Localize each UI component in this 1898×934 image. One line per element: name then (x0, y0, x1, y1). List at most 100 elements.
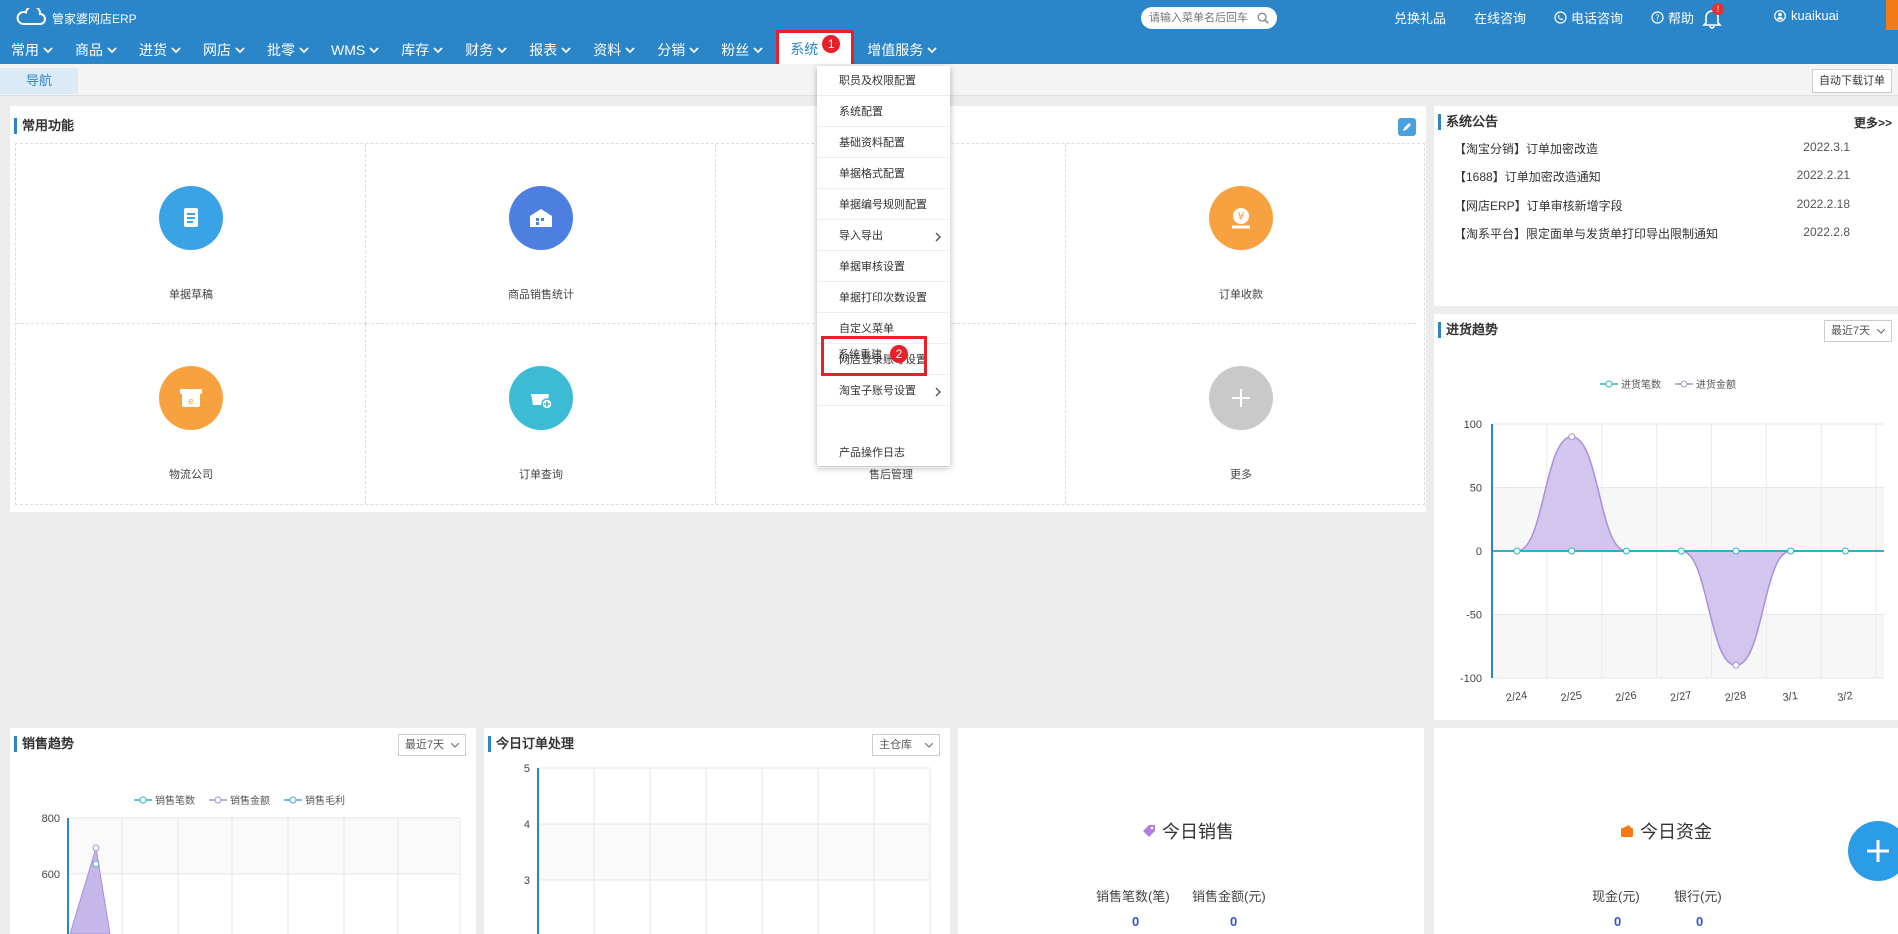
announcement-text: 【1688】订单加密改造通知 (1454, 170, 1601, 184)
announcement-row[interactable]: 【淘宝分销】订单加密改造 2022.3.1 (1454, 140, 1850, 157)
system-menu-label: 系统配置 (839, 106, 883, 118)
warehouse-value: 主仓库 (879, 739, 912, 751)
nav-shop[interactable]: 网店 (192, 36, 256, 64)
svg-text:?: ? (1655, 14, 1659, 23)
common-functions-title: 常用功能 (14, 118, 74, 134)
announcement-row[interactable]: 【网店ERP】订单审核新增字段 2022.2.18 (1454, 197, 1850, 214)
y-tick-label: 0 (1476, 546, 1482, 558)
system-menu-item[interactable]: 产品操作日志 (817, 438, 950, 468)
warehouse-select[interactable]: 主仓库 (872, 734, 940, 756)
system-menu-label: 单据打印次数设置 (839, 292, 927, 304)
help-icon: ? (1651, 11, 1664, 24)
chevron-down-icon (235, 46, 245, 53)
x-tick-label: 2/24 (1505, 690, 1528, 705)
wallet-icon (1621, 825, 1633, 837)
nav-reports[interactable]: 报表 (518, 36, 582, 64)
notification-badge: ! (1712, 3, 1724, 15)
nav-fans[interactable]: 粉丝 (710, 36, 774, 64)
nav-finance[interactable]: 财务 (454, 36, 518, 64)
user-menu[interactable]: kuaikuai (1774, 8, 1839, 23)
sales-range-select[interactable]: 最近7天 (398, 734, 466, 756)
cash-value[interactable]: 0 (1614, 914, 1621, 929)
system-menu-item[interactable]: 单据格式配置 (817, 159, 950, 189)
nav-wholesale[interactable]: 批零 (256, 36, 320, 64)
edit-button[interactable] (1398, 118, 1416, 136)
announcement-text: 【淘宝分销】订单加密改造 (1454, 142, 1599, 156)
nav-label: WMS (331, 42, 366, 58)
system-menu-item[interactable]: 职员及权限配置 (817, 66, 950, 96)
sales-count-label: 销售笔数(笔) (1096, 889, 1170, 904)
step-badge: 1 (822, 35, 841, 53)
function-more[interactable]: 更多 (1066, 324, 1416, 504)
system-menu-item[interactable]: 单据审核设置 (817, 252, 950, 282)
gift-link[interactable]: 兑换礼品 (1394, 8, 1446, 27)
top-bar: 管家婆网店ERP 兑换礼品 在线咨询 电话咨询 ? 帮助 ! kuaikuai 常… (0, 0, 1898, 68)
y-tick: 4 (524, 819, 530, 831)
side-tab-edge[interactable] (1886, 0, 1898, 30)
purchase-range-select[interactable]: 最近7天 (1824, 320, 1892, 342)
system-menu-item[interactable]: 系统重建 2 (821, 336, 927, 376)
purchase-trend-chart: 100 50 0 -50 -100 2/24 2/25 2/26 2/27 2/28 3/1 3/2 (1460, 419, 1884, 705)
tab-nav[interactable]: 导航 (0, 68, 78, 94)
x-tick-label: 3/1 (1782, 690, 1799, 704)
chevron-down-icon (299, 46, 309, 53)
sales-count-value[interactable]: 0 (1132, 914, 1139, 929)
announcement-text: 【网店ERP】订单审核新增字段 (1454, 199, 1623, 213)
function-label: 单据草稿 (169, 289, 213, 301)
more-link[interactable]: 更多>> (1854, 114, 1892, 131)
announcement-row[interactable]: 【1688】订单加密改造通知 2022.2.21 (1454, 168, 1850, 185)
function-drafts[interactable]: 单据草稿 (16, 144, 366, 324)
function-order-query[interactable]: 订单查询 (366, 324, 716, 504)
function-sales-stats[interactable]: 商品销售统计 (366, 144, 716, 324)
today-sales-heading: 今日销售 (1142, 818, 1234, 844)
top-links: 兑换礼品 在线咨询 电话咨询 ? 帮助 (1394, 8, 1694, 27)
phone-consult-link[interactable]: 电话咨询 (1554, 8, 1623, 27)
nav-wms[interactable]: WMS (320, 36, 390, 64)
phone-consult-label: 电话咨询 (1571, 11, 1624, 26)
nav-system[interactable]: 系统 1 (776, 30, 855, 68)
function-order-payment[interactable]: ¥ 订单收款 (1066, 144, 1416, 324)
system-menu-item[interactable]: 导入导出 (817, 221, 950, 251)
system-menu-label: 单据审核设置 (839, 261, 905, 273)
notification-bell[interactable]: ! (1702, 3, 1724, 29)
nav-value-added[interactable]: 增值服务 (856, 36, 948, 64)
count-point (1513, 547, 1521, 555)
menu-search[interactable] (1141, 7, 1277, 29)
today-funds-panel: 今日资金 现金(元) 银行(元) 0 0 (1434, 728, 1898, 934)
system-menu-item[interactable]: 基础资料配置 (817, 128, 950, 158)
search-icon[interactable] (1257, 11, 1269, 25)
svg-text:¥: ¥ (1238, 210, 1245, 223)
function-logistics[interactable]: e 物流公司 (16, 324, 366, 504)
chevron-down-icon (433, 46, 443, 53)
chevron-down-icon (43, 46, 53, 53)
nav-goods[interactable]: 商品 (64, 36, 128, 64)
common-functions-panel: 常用功能 单据草稿 商品销售统计 ¥ 订单收款 e 物流公司 订单查询 售后管理 (10, 106, 1426, 512)
announcement-date: 2022.2.18 (1796, 197, 1850, 211)
nav-common[interactable]: 常用 (0, 36, 64, 64)
system-menu-item[interactable]: 淘宝子账号设置 (817, 376, 950, 406)
system-menu-label: 产品操作日志 (839, 447, 905, 459)
chevron-right-icon (935, 387, 941, 397)
function-label: 物流公司 (169, 469, 213, 481)
nav-purchase[interactable]: 进货 (128, 36, 192, 64)
nav-label: 粉丝 (721, 42, 750, 58)
nav-data[interactable]: 资料 (582, 36, 646, 64)
phone-icon (1554, 11, 1567, 24)
nav-inventory[interactable]: 库存 (390, 36, 454, 64)
x-tick-label: 2/25 (1560, 690, 1583, 705)
announcement-row[interactable]: 【淘系平台】限定面单与发货单打印导出限制通知 2022.2.8 (1454, 225, 1850, 242)
online-consult-link[interactable]: 在线咨询 (1474, 8, 1526, 27)
x-tick-label: 2/28 (1724, 690, 1747, 705)
system-menu-item[interactable]: 单据编号规则配置 (817, 190, 950, 220)
logo[interactable]: 管家婆网店ERP (16, 8, 137, 28)
auto-download-button[interactable]: 自动下载订单 (1812, 69, 1892, 93)
system-menu-item[interactable]: 系统配置 (817, 97, 950, 127)
chevron-down-icon (497, 46, 507, 53)
system-menu-item[interactable]: 单据打印次数设置 (817, 283, 950, 313)
sales-amount-value[interactable]: 0 (1230, 914, 1237, 929)
bank-value[interactable]: 0 (1696, 914, 1703, 929)
menu-search-input[interactable] (1149, 12, 1257, 24)
help-link[interactable]: ? 帮助 (1651, 8, 1694, 27)
nav-distribution[interactable]: 分销 (646, 36, 710, 64)
sales-trend-title: 销售趋势 (14, 736, 74, 752)
